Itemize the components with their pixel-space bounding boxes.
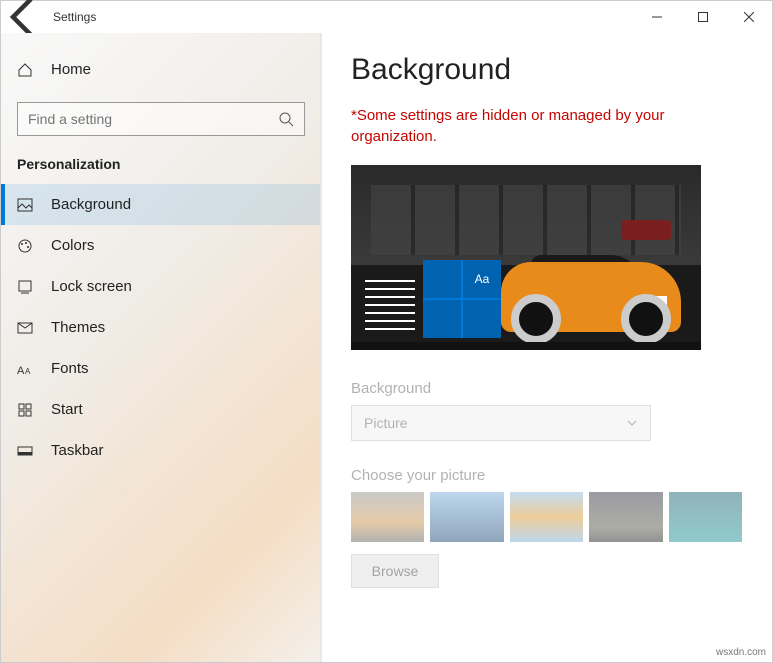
minimize-icon <box>652 12 662 22</box>
sidebar-item-fonts[interactable]: AA Fonts <box>1 348 321 389</box>
titlebar: Settings <box>1 1 772 33</box>
sidebar-item-label: Taskbar <box>51 442 104 459</box>
sidebar-item-lock-screen[interactable]: Lock screen <box>1 266 321 307</box>
preview-start-tiles: Aa <box>423 260 501 338</box>
search-input[interactable] <box>28 111 278 127</box>
preview-menu-lines <box>365 274 415 336</box>
picture-thumb-2 <box>430 492 503 542</box>
sidebar-item-background[interactable]: Background <box>1 184 321 225</box>
browse-button: Browse <box>351 554 439 588</box>
svg-text:A: A <box>25 367 31 376</box>
preview-aa-tile: Aa <box>463 260 501 298</box>
main-content: Background *Some settings are hidden or … <box>321 33 772 662</box>
sidebar-item-label: Colors <box>51 237 94 254</box>
close-button[interactable] <box>726 1 772 33</box>
minimize-button[interactable] <box>634 1 680 33</box>
window-controls <box>634 1 772 33</box>
home-button[interactable]: Home <box>1 53 321 86</box>
sidebar-item-label: Themes <box>51 319 105 336</box>
picture-icon <box>17 197 33 213</box>
sidebar-item-taskbar[interactable]: Taskbar <box>1 430 321 471</box>
picture-thumb-1 <box>351 492 424 542</box>
background-label: Background <box>351 380 742 397</box>
background-type-dropdown: Picture <box>351 405 651 441</box>
sidebar-item-themes[interactable]: Themes <box>1 307 321 348</box>
picture-thumbnails <box>351 492 742 542</box>
preview-foreground-car <box>491 210 701 350</box>
search-icon <box>278 111 294 127</box>
fonts-icon: AA <box>17 361 33 377</box>
preview-taskbar <box>351 342 701 350</box>
watermark: wsxdn.com <box>716 647 766 658</box>
picture-thumb-3 <box>510 492 583 542</box>
home-label: Home <box>51 61 91 78</box>
home-icon <box>17 62 33 78</box>
svg-text:A: A <box>17 365 25 377</box>
search-input-container[interactable] <box>17 102 305 136</box>
maximize-icon <box>698 12 708 22</box>
dropdown-value: Picture <box>364 415 408 431</box>
chevron-down-icon <box>626 417 638 429</box>
page-title: Background <box>351 53 742 87</box>
sidebar-item-colors[interactable]: Colors <box>1 225 321 266</box>
taskbar-icon <box>17 443 33 459</box>
window-title: Settings <box>53 10 96 24</box>
sidebar-item-label: Background <box>51 196 131 213</box>
start-icon <box>17 402 33 418</box>
close-icon <box>744 12 754 22</box>
sidebar-item-label: Start <box>51 401 83 418</box>
picture-thumb-4 <box>589 492 662 542</box>
sidebar-item-label: Lock screen <box>51 278 132 295</box>
picture-thumb-5 <box>669 492 742 542</box>
category-heading: Personalization <box>1 156 321 184</box>
back-button[interactable] <box>1 1 49 33</box>
desktop-preview: Aa <box>351 165 701 350</box>
sidebar-item-start[interactable]: Start <box>1 389 321 430</box>
themes-icon <box>17 320 33 336</box>
sidebar-item-label: Fonts <box>51 360 89 377</box>
sidebar: Home Personalization Background Colors L… <box>1 33 321 662</box>
choose-picture-label: Choose your picture <box>351 467 742 484</box>
maximize-button[interactable] <box>680 1 726 33</box>
lock-screen-icon <box>17 279 33 295</box>
palette-icon <box>17 238 33 254</box>
org-warning-text: *Some settings are hidden or managed by … <box>351 105 711 147</box>
